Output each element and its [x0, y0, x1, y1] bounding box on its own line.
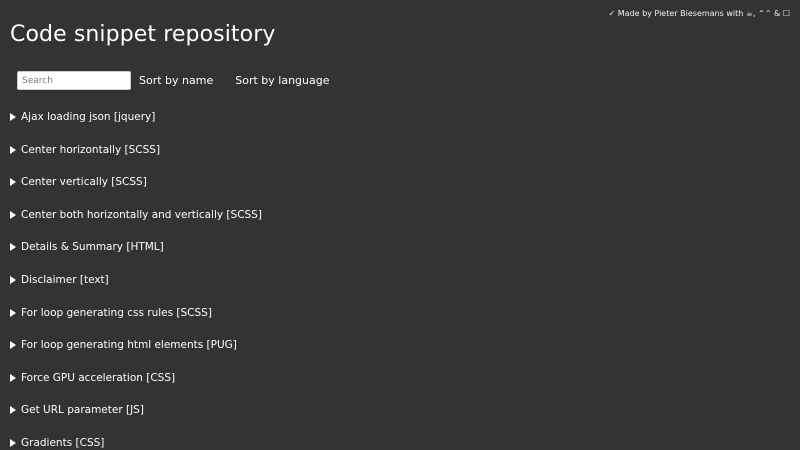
snippet-item[interactable]: Center horizontally [SCSS]: [10, 143, 262, 176]
disclosure-triangle-icon: [10, 373, 16, 382]
snippet-label: Force GPU acceleration [CSS]: [21, 371, 176, 384]
snippet-label: For loop generating html elements [PUG]: [21, 339, 237, 352]
sort-by-name-button[interactable]: Sort by name: [139, 74, 213, 87]
snippet-item[interactable]: Details & Summary [HTML]: [10, 240, 262, 273]
disclosure-triangle-icon: [10, 178, 16, 187]
snippet-item[interactable]: Ajax loading json [jquery]: [10, 110, 262, 143]
search-input[interactable]: [17, 71, 131, 90]
snippet-item[interactable]: Get URL parameter [JS]: [10, 403, 262, 436]
controls-bar: Sort by name Sort by language: [17, 71, 329, 90]
page: ✓ Made by Pieter Biesemans with ☕, ⌃⌃ & …: [0, 0, 800, 450]
sort-by-language-button[interactable]: Sort by language: [235, 74, 329, 87]
snippet-list: Ajax loading json [jquery] Center horizo…: [10, 110, 262, 450]
snippet-label: Ajax loading json [jquery]: [21, 111, 156, 123]
snippet-label: Get URL parameter [JS]: [21, 404, 144, 417]
disclosure-triangle-icon: [10, 210, 16, 219]
disclosure-triangle-icon: [10, 243, 16, 252]
snippet-item[interactable]: Gradients [CSS]: [10, 436, 262, 450]
snippet-item[interactable]: Center both horizontally and vertically …: [10, 208, 262, 241]
page-title: Code snippet repository: [10, 22, 276, 47]
disclosure-triangle-icon: [10, 308, 16, 317]
snippet-item[interactable]: Center vertically [SCSS]: [10, 175, 262, 208]
snippet-item[interactable]: Force GPU acceleration [CSS]: [10, 371, 262, 404]
disclosure-triangle-icon: [10, 145, 16, 154]
disclosure-triangle-icon: [10, 406, 16, 415]
snippet-label: Center both horizontally and vertically …: [21, 208, 262, 221]
disclosure-triangle-icon: [10, 113, 16, 121]
snippet-label: Gradients [CSS]: [21, 436, 105, 449]
snippet-label: Center horizontally [SCSS]: [21, 143, 161, 156]
snippet-item[interactable]: Disclaimer [text]: [10, 273, 262, 306]
snippet-item[interactable]: For loop generating html elements [PUG]: [10, 338, 262, 371]
disclosure-triangle-icon: [10, 438, 16, 447]
snippet-label: Details & Summary [HTML]: [21, 241, 164, 254]
credit-text: ✓ Made by Pieter Biesemans with ☕, ⌃⌃ & …: [608, 9, 790, 18]
disclosure-triangle-icon: [10, 275, 16, 284]
snippet-item[interactable]: For loop generating css rules [SCSS]: [10, 306, 262, 339]
snippet-label: Disclaimer [text]: [21, 273, 109, 286]
snippet-label: For loop generating css rules [SCSS]: [21, 306, 212, 319]
disclosure-triangle-icon: [10, 341, 16, 350]
snippet-label: Center vertically [SCSS]: [21, 176, 147, 189]
